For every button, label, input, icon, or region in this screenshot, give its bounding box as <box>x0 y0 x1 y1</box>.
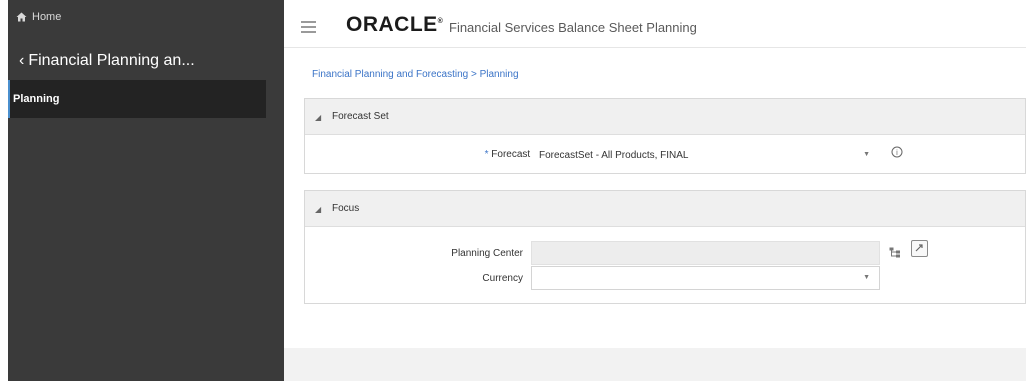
collapse-triangle-icon: ◢ <box>315 205 322 214</box>
sidebar-item-label: Planning <box>13 93 60 105</box>
svg-text:i: i <box>896 149 898 157</box>
main-content: ORACLE® Financial Services Balance Sheet… <box>284 0 1026 381</box>
home-icon <box>16 12 27 22</box>
forecast-set-section-title: Forecast Set <box>332 111 389 122</box>
forecast-set-value: ForecastSet - All Products, FINAL <box>539 150 689 161</box>
app-title: Financial Services Balance Sheet Plannin… <box>449 20 697 35</box>
forecast-set-panel: ◢ Forecast Set * Forecast Set ForecastSe… <box>304 98 1026 174</box>
planning-center-label: Planning Center <box>451 248 523 259</box>
breadcrumb[interactable]: Financial Planning and Forecasting > Pla… <box>312 69 519 80</box>
sidebar: Home ‹ Financial Planning an... Planning <box>8 0 284 381</box>
hierarchy-browser-icon[interactable] <box>888 245 902 259</box>
forecast-set-panel-header[interactable]: ◢ Forecast Set <box>305 99 1025 135</box>
focus-section-title: Focus <box>332 203 360 214</box>
app-header: ORACLE® Financial Services Balance Sheet… <box>284 0 1026 48</box>
home-label: Home <box>32 11 62 23</box>
collapse-triangle-icon: ◢ <box>315 113 322 122</box>
dropdown-caret-icon: ▼ <box>863 151 870 158</box>
home-link[interactable]: Home <box>16 11 61 23</box>
info-icon[interactable]: i <box>890 145 904 159</box>
forecast-set-select[interactable]: ForecastSet - All Products, FINAL ▼ <box>533 143 880 167</box>
back-chevron-icon: ‹ <box>19 52 25 69</box>
focus-panel-header[interactable]: ◢ Focus <box>305 191 1025 227</box>
dropdown-caret-icon: ▼ <box>863 274 870 281</box>
required-marker: * <box>484 149 489 160</box>
planning-center-field <box>531 241 880 265</box>
oracle-logo: ORACLE® <box>346 13 444 36</box>
footer-strip <box>284 348 1026 381</box>
refresh-icon[interactable] <box>911 240 928 257</box>
parent-menu-title: Financial Planning an... <box>28 52 195 69</box>
sidebar-item-planning[interactable]: Planning <box>8 80 266 118</box>
currency-label: Currency <box>482 273 523 284</box>
active-indicator <box>8 80 10 118</box>
back-to-parent-button[interactable]: ‹ Financial Planning an... <box>19 52 195 70</box>
focus-panel: ◢ Focus Planning Center Currency ▼ <box>304 190 1026 304</box>
hamburger-icon[interactable] <box>301 21 316 33</box>
currency-select[interactable]: ▼ <box>531 266 880 290</box>
